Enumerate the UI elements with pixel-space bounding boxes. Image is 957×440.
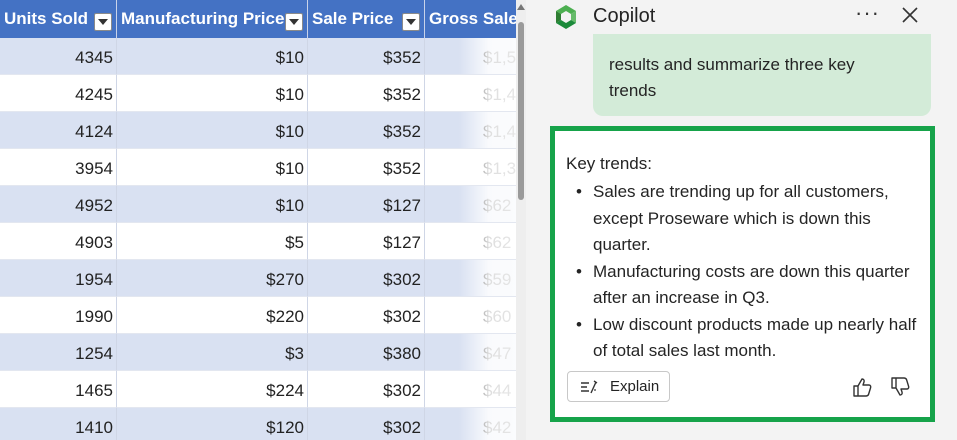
table-cell[interactable]: $1,4	[425, 112, 516, 149]
table-row: 4952 $10 $127 $62	[0, 186, 516, 223]
table-cell[interactable]: $380	[308, 334, 425, 371]
table-cell[interactable]: $352	[308, 112, 425, 149]
table-cell[interactable]: $1,5	[425, 38, 516, 75]
table-cell[interactable]: $59	[425, 260, 516, 297]
table-row: 4903 $5 $127 $62	[0, 223, 516, 260]
table-cell[interactable]: 1954	[0, 260, 117, 297]
table-cell[interactable]: $352	[308, 149, 425, 186]
thumbs-up-icon[interactable]	[851, 376, 873, 398]
more-options-icon[interactable]: ···	[855, 0, 880, 26]
table-cell[interactable]: 1410	[0, 408, 117, 440]
vertical-scrollbar[interactable]	[516, 0, 526, 440]
scroll-up-arrow-icon[interactable]	[517, 4, 525, 10]
table-cell[interactable]: $10	[117, 38, 308, 75]
bullet-text: Sales are trending up for all customers,…	[593, 182, 889, 254]
table-cell[interactable]: $10	[117, 186, 308, 223]
bullet-text: Low discount products made up nearly hal…	[593, 314, 917, 361]
bullet-text: Manufacturing costs are down this quarte…	[593, 261, 910, 308]
spreadsheet: Units Sold Manufacturing Price Sale Pric…	[0, 0, 516, 440]
header-units-sold[interactable]: Units Sold	[0, 0, 117, 38]
table-cell[interactable]: 4952	[0, 186, 117, 223]
header-manufacturing-price[interactable]: Manufacturing Price	[117, 0, 308, 38]
response-bullet-list: • Sales are trending up for all customers…	[565, 179, 925, 365]
table-cell[interactable]: $10	[117, 112, 308, 149]
user-message-bubble: results and summarize three key trends	[593, 34, 931, 116]
table-cell[interactable]: $62	[425, 223, 516, 260]
bullet-icon: •	[576, 261, 582, 281]
table-header-row: Units Sold Manufacturing Price Sale Pric…	[0, 0, 516, 38]
table-row: 1254 $3 $380 $47	[0, 334, 516, 371]
table-cell[interactable]: 1465	[0, 371, 117, 408]
table-cell[interactable]: $302	[308, 408, 425, 440]
table-cell[interactable]: $5	[117, 223, 308, 260]
table-row: 1410 $120 $302 $42	[0, 408, 516, 440]
table-row: 4245 $10 $352 $1,4	[0, 75, 516, 112]
explain-button[interactable]: Explain	[567, 371, 670, 402]
table-cell[interactable]: $1,4	[425, 75, 516, 112]
header-sale-price[interactable]: Sale Price	[308, 0, 425, 38]
table-cell[interactable]: $127	[308, 186, 425, 223]
copilot-title: Copilot	[593, 5, 656, 27]
table-row: 1990 $220 $302 $60	[0, 297, 516, 334]
thumbs-down-icon[interactable]	[889, 376, 911, 398]
table-row: 4345 $10 $352 $1,5	[0, 38, 516, 75]
table-cell[interactable]: $120	[117, 408, 308, 440]
table-cell[interactable]: $220	[117, 297, 308, 334]
list-item: • Sales are trending up for all customers…	[565, 179, 925, 259]
table-cell[interactable]: $60	[425, 297, 516, 334]
header-label: Units Sold	[4, 9, 89, 28]
table-cell[interactable]: $10	[117, 149, 308, 186]
table-cell[interactable]: 1254	[0, 334, 117, 371]
scrollbar-thumb[interactable]	[518, 22, 524, 200]
table-cell[interactable]: $302	[308, 371, 425, 408]
header-label: Gross Sales	[429, 9, 516, 28]
table-cell[interactable]: $224	[117, 371, 308, 408]
copilot-header: Copilot ···	[526, 0, 957, 34]
filter-dropdown-button[interactable]	[402, 13, 420, 31]
table-cell[interactable]: 1990	[0, 297, 117, 334]
table-cell[interactable]: 4124	[0, 112, 117, 149]
copilot-pane: Copilot ··· results and summarize three …	[526, 0, 957, 440]
table-cell[interactable]: $127	[308, 223, 425, 260]
user-message-line: results and summarize three key	[609, 55, 855, 74]
table-cell[interactable]: $3	[117, 334, 308, 371]
explain-label: Explain	[610, 378, 660, 395]
table-row: 1954 $270 $302 $59	[0, 260, 516, 297]
bullet-icon: •	[576, 182, 582, 201]
table-cell[interactable]: $1,3	[425, 149, 516, 186]
copilot-logo-icon	[556, 5, 576, 29]
table-cell[interactable]: $42	[425, 408, 516, 440]
table-cell[interactable]: 4245	[0, 75, 117, 112]
header-gross-sales[interactable]: Gross Sales	[425, 0, 516, 38]
user-message-line: trends	[609, 81, 657, 100]
table-cell[interactable]: 3954	[0, 149, 117, 186]
close-icon[interactable]	[900, 5, 920, 25]
table-row: 3954 $10 $352 $1,3	[0, 149, 516, 186]
list-item: • Manufacturing costs are down this quart…	[565, 259, 925, 312]
table-cell[interactable]: $302	[308, 260, 425, 297]
list-item: • Low discount products made up nearly ha…	[565, 312, 925, 365]
table-cell[interactable]: $352	[308, 38, 425, 75]
table-cell[interactable]: $47	[425, 334, 516, 371]
table-cell[interactable]: $44	[425, 371, 516, 408]
response-intro: Key trends:	[566, 154, 652, 173]
filter-dropdown-button[interactable]	[94, 13, 112, 31]
table-body: 4345 $10 $352 $1,5 4245 $10 $352 $1,4 4124 $10 $35…	[0, 38, 516, 440]
bullet-icon: •	[576, 314, 582, 334]
table-cell[interactable]: $62	[425, 186, 516, 223]
table-cell[interactable]: 4345	[0, 38, 117, 75]
table-row: 1465 $224 $302 $44	[0, 371, 516, 408]
table-cell[interactable]: $302	[308, 297, 425, 334]
table-cell[interactable]: $10	[117, 75, 308, 112]
copilot-response-card: Key trends: • Sales are trending up for a…	[550, 126, 935, 422]
explain-icon	[581, 380, 598, 394]
header-label: Manufacturing Price	[121, 9, 285, 28]
table-row: 4124 $10 $352 $1,4	[0, 112, 516, 149]
table-cell[interactable]: 4903	[0, 223, 117, 260]
table-cell[interactable]: $352	[308, 75, 425, 112]
header-label: Sale Price	[312, 9, 394, 28]
filter-dropdown-button[interactable]	[285, 13, 303, 31]
table-cell[interactable]: $270	[117, 260, 308, 297]
